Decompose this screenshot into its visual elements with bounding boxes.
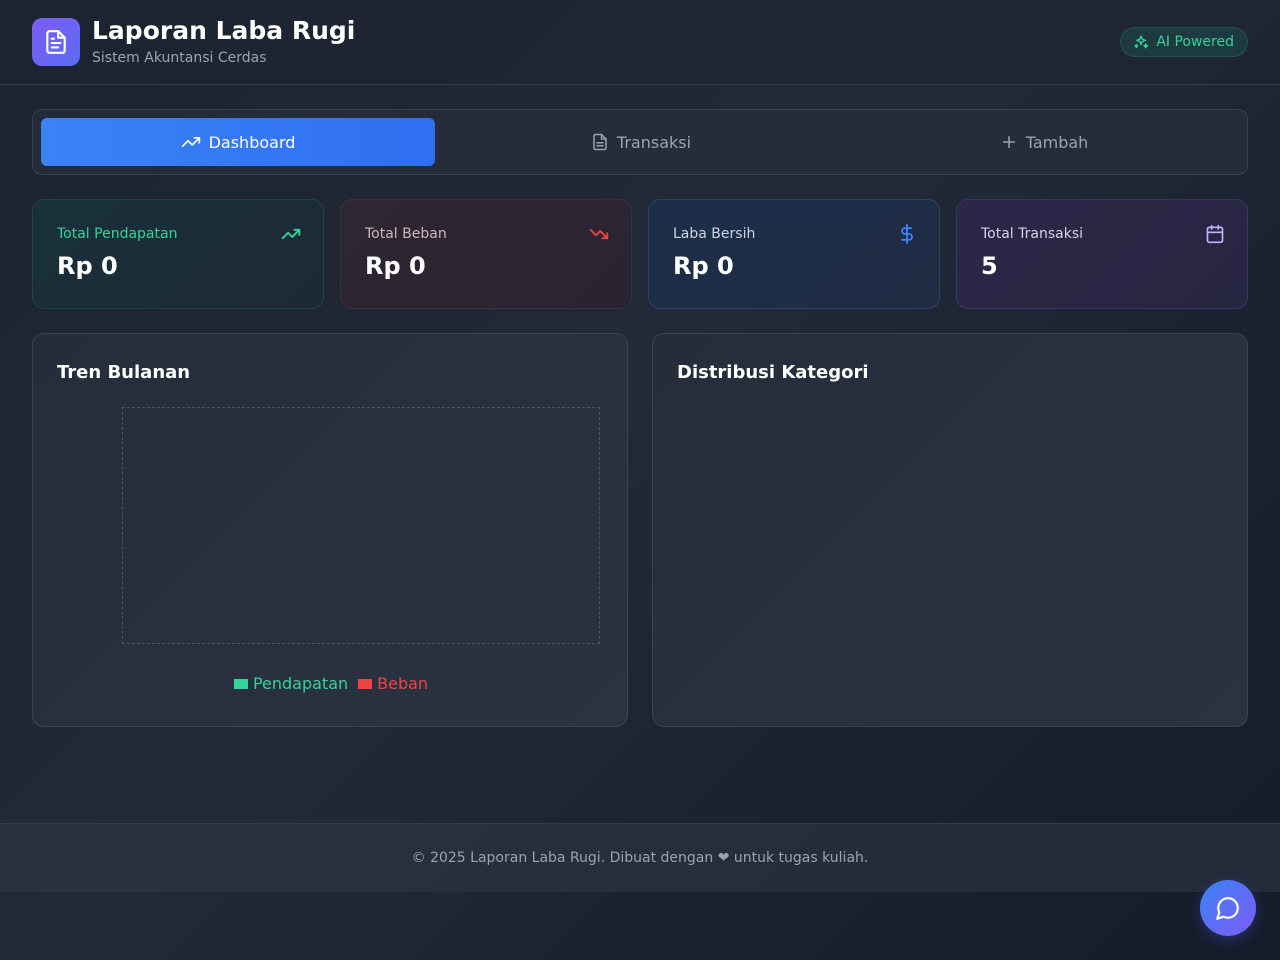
footer: © 2025 Laporan Laba Rugi. Dibuat dengan … xyxy=(0,823,1280,892)
legend-swatch xyxy=(358,678,373,689)
ai-powered-badge: AI Powered xyxy=(1120,27,1248,57)
main-tabs: Dashboard Transaksi Tambah xyxy=(32,109,1248,175)
legend-label: Pendapatan xyxy=(252,674,349,693)
ai-badge-label: AI Powered xyxy=(1156,34,1234,50)
tab-tambah[interactable]: Tambah xyxy=(847,118,1241,166)
chat-button[interactable] xyxy=(1200,880,1256,936)
trend-chart-plot-area xyxy=(122,407,600,644)
stat-card-total-pendapatan: Total Pendapatan Rp 0 xyxy=(32,199,324,309)
stat-card-total-beban: Total Beban Rp 0 xyxy=(340,199,632,309)
legend-swatch xyxy=(233,678,248,689)
dollar-icon xyxy=(901,224,913,244)
tab-transaksi[interactable]: Transaksi xyxy=(444,118,838,166)
tab-dashboard[interactable]: Dashboard xyxy=(41,118,435,166)
legend-label: Beban xyxy=(377,674,429,693)
legend-item-pendapatan[interactable]: Pendapatan xyxy=(233,674,349,693)
trending-up-icon xyxy=(281,228,301,240)
stat-card-total-transaksi: Total Transaksi 5 xyxy=(956,199,1248,309)
tab-dashboard-label: Dashboard xyxy=(208,132,296,152)
stat-label: Laba Bersih xyxy=(673,226,756,242)
app-title: Laporan Laba Rugi xyxy=(92,16,356,45)
document-icon xyxy=(32,18,80,66)
stat-card-laba-bersih: Laba Bersih Rp 0 xyxy=(648,199,940,309)
distribution-panel: Distribusi Kategori xyxy=(652,333,1248,727)
trend-panel: Tren Bulanan Pendapatan Beban xyxy=(32,333,628,727)
app-header: Laporan Laba Rugi Sistem Akuntansi Cerda… xyxy=(0,0,1280,85)
chat-icon xyxy=(1216,897,1239,920)
stat-value: Rp 0 xyxy=(57,252,118,280)
plus-icon xyxy=(1002,136,1015,148)
stat-value: Rp 0 xyxy=(365,252,426,280)
tab-tambah-label: Tambah xyxy=(1025,132,1089,152)
app-subtitle: Sistem Akuntansi Cerdas xyxy=(92,50,267,66)
document-icon xyxy=(593,133,607,151)
stat-value: 5 xyxy=(981,252,998,280)
distribution-panel-title: Distribusi Kategori xyxy=(677,362,869,383)
stat-label: Total Transaksi xyxy=(981,226,1084,242)
sparkles-icon xyxy=(1134,35,1149,49)
tab-transaksi-label: Transaksi xyxy=(616,132,692,152)
trend-panel-title: Tren Bulanan xyxy=(57,362,191,383)
stat-label: Total Beban xyxy=(365,226,447,242)
trending-down-icon xyxy=(589,228,609,240)
trending-up-icon xyxy=(181,137,200,147)
stat-value: Rp 0 xyxy=(673,252,734,280)
footer-text: © 2025 Laporan Laba Rugi. Dibuat dengan … xyxy=(411,850,869,866)
chart-legend: Pendapatan Beban xyxy=(33,674,629,693)
stat-label: Total Pendapatan xyxy=(57,226,178,242)
calendar-icon xyxy=(1206,224,1224,244)
legend-item-beban[interactable]: Beban xyxy=(358,674,428,693)
